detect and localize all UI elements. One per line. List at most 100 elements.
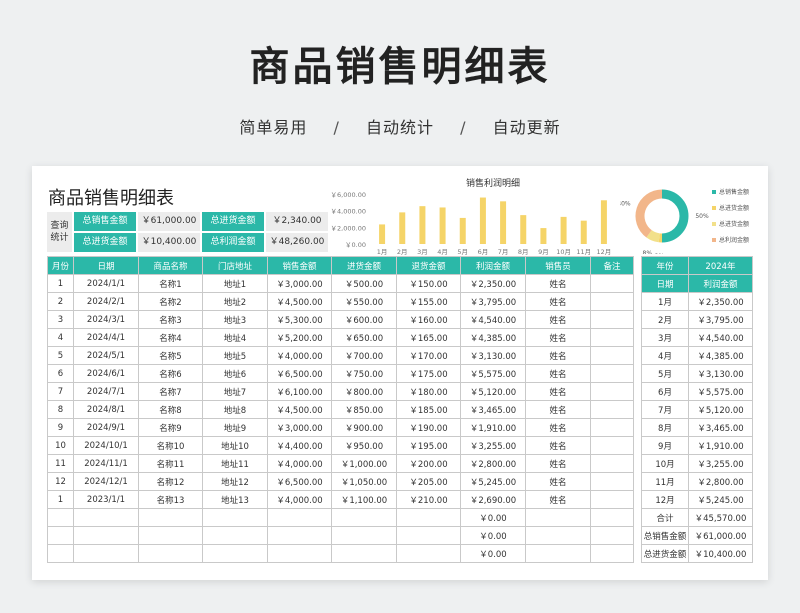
- table-cell[interactable]: ￥2,690.00: [460, 490, 526, 509]
- table-cell[interactable]: 10: [47, 436, 74, 455]
- table-cell[interactable]: 名称12: [138, 472, 203, 491]
- table-cell[interactable]: 姓名: [525, 490, 591, 509]
- table-cell[interactable]: 地址8: [202, 400, 268, 419]
- table-cell[interactable]: ￥190.00: [396, 418, 461, 437]
- table-cell[interactable]: 2024/4/1: [73, 328, 139, 347]
- table-cell[interactable]: 地址7: [202, 382, 268, 401]
- table-cell[interactable]: [47, 508, 74, 527]
- table-cell[interactable]: [331, 544, 397, 563]
- table-cell[interactable]: ￥6,100.00: [267, 382, 332, 401]
- table-cell[interactable]: 名称4: [138, 328, 203, 347]
- table-cell[interactable]: [590, 508, 634, 527]
- table-cell[interactable]: 姓名: [525, 292, 591, 311]
- year-value[interactable]: 2024年: [688, 256, 753, 275]
- table-cell[interactable]: 11: [47, 454, 74, 473]
- table-cell[interactable]: 名称2: [138, 292, 203, 311]
- table-cell[interactable]: [331, 508, 397, 527]
- table-cell[interactable]: ￥150.00: [396, 274, 461, 293]
- table-cell[interactable]: ￥1,100.00: [331, 490, 397, 509]
- table-cell[interactable]: [590, 346, 634, 365]
- table-cell[interactable]: [138, 544, 203, 563]
- table-cell[interactable]: ￥4,540.00: [460, 310, 526, 329]
- table-cell[interactable]: [138, 508, 203, 527]
- table-cell[interactable]: ￥5,300.00: [267, 310, 332, 329]
- table-cell[interactable]: 地址6: [202, 364, 268, 383]
- table-cell[interactable]: 姓名: [525, 364, 591, 383]
- table-cell[interactable]: [396, 508, 461, 527]
- table-cell[interactable]: 地址3: [202, 310, 268, 329]
- table-cell[interactable]: ￥750.00: [331, 364, 397, 383]
- table-cell[interactable]: 地址11: [202, 454, 268, 473]
- table-cell[interactable]: 地址10: [202, 436, 268, 455]
- table-cell[interactable]: ￥3,255.00: [460, 436, 526, 455]
- table-cell[interactable]: 2024/11/1: [73, 454, 139, 473]
- table-cell[interactable]: 地址12: [202, 472, 268, 491]
- table-cell[interactable]: [590, 454, 634, 473]
- table-cell[interactable]: 6: [47, 364, 74, 383]
- table-cell[interactable]: 名称5: [138, 346, 203, 365]
- table-cell[interactable]: 2: [47, 292, 74, 311]
- table-cell[interactable]: 地址5: [202, 346, 268, 365]
- table-cell[interactable]: ￥4,385.00: [460, 328, 526, 347]
- table-cell[interactable]: [47, 544, 74, 563]
- table-cell[interactable]: ￥5,245.00: [460, 472, 526, 491]
- table-cell[interactable]: 2024/5/1: [73, 346, 139, 365]
- table-cell[interactable]: 地址2: [202, 292, 268, 311]
- table-cell[interactable]: [73, 544, 139, 563]
- table-cell[interactable]: ￥500.00: [331, 274, 397, 293]
- table-cell[interactable]: ￥1,000.00: [331, 454, 397, 473]
- table-cell[interactable]: 2024/10/1: [73, 436, 139, 455]
- table-cell[interactable]: [525, 508, 591, 527]
- table-cell[interactable]: ￥155.00: [396, 292, 461, 311]
- table-cell[interactable]: ￥800.00: [331, 382, 397, 401]
- table-cell[interactable]: 1: [47, 274, 74, 293]
- table-cell[interactable]: [396, 526, 461, 545]
- table-cell[interactable]: 2024/3/1: [73, 310, 139, 329]
- table-cell[interactable]: ￥160.00: [396, 310, 461, 329]
- table-cell[interactable]: 地址13: [202, 490, 268, 509]
- table-cell[interactable]: [202, 544, 268, 563]
- table-cell[interactable]: 姓名: [525, 400, 591, 419]
- table-cell[interactable]: [590, 418, 634, 437]
- table-cell[interactable]: [138, 526, 203, 545]
- table-cell[interactable]: ￥1,910.00: [460, 418, 526, 437]
- table-cell[interactable]: ￥3,465.00: [460, 400, 526, 419]
- table-cell[interactable]: ￥5,200.00: [267, 328, 332, 347]
- table-cell[interactable]: ￥175.00: [396, 364, 461, 383]
- table-cell[interactable]: 3: [47, 310, 74, 329]
- table-cell[interactable]: 地址9: [202, 418, 268, 437]
- table-cell[interactable]: [47, 526, 74, 545]
- table-cell[interactable]: 姓名: [525, 472, 591, 491]
- table-cell[interactable]: 2024/9/1: [73, 418, 139, 437]
- table-cell[interactable]: ￥170.00: [396, 346, 461, 365]
- table-cell[interactable]: 5: [47, 346, 74, 365]
- table-cell[interactable]: 2024/7/1: [73, 382, 139, 401]
- table-cell[interactable]: [525, 544, 591, 563]
- table-cell[interactable]: ￥4,000.00: [267, 490, 332, 509]
- table-cell[interactable]: ￥0.00: [460, 508, 526, 527]
- table-cell[interactable]: 名称9: [138, 418, 203, 437]
- table-cell[interactable]: 4: [47, 328, 74, 347]
- table-cell[interactable]: ￥3,000.00: [267, 418, 332, 437]
- table-cell[interactable]: 2023/1/1: [73, 490, 139, 509]
- table-cell[interactable]: 名称13: [138, 490, 203, 509]
- table-cell[interactable]: ￥200.00: [396, 454, 461, 473]
- table-cell[interactable]: [202, 526, 268, 545]
- table-cell[interactable]: 名称6: [138, 364, 203, 383]
- table-cell[interactable]: ￥850.00: [331, 400, 397, 419]
- table-cell[interactable]: ￥700.00: [331, 346, 397, 365]
- table-cell[interactable]: 姓名: [525, 328, 591, 347]
- table-cell[interactable]: 姓名: [525, 346, 591, 365]
- table-cell[interactable]: [73, 526, 139, 545]
- table-cell[interactable]: [590, 364, 634, 383]
- table-cell[interactable]: 姓名: [525, 418, 591, 437]
- table-cell[interactable]: 姓名: [525, 310, 591, 329]
- table-cell[interactable]: ￥900.00: [331, 418, 397, 437]
- table-cell[interactable]: ￥3,795.00: [460, 292, 526, 311]
- table-cell[interactable]: [590, 310, 634, 329]
- table-cell[interactable]: 2024/12/1: [73, 472, 139, 491]
- table-cell[interactable]: ￥6,500.00: [267, 364, 332, 383]
- table-cell[interactable]: ￥4,500.00: [267, 400, 332, 419]
- table-cell[interactable]: 姓名: [525, 382, 591, 401]
- table-cell[interactable]: ￥0.00: [460, 526, 526, 545]
